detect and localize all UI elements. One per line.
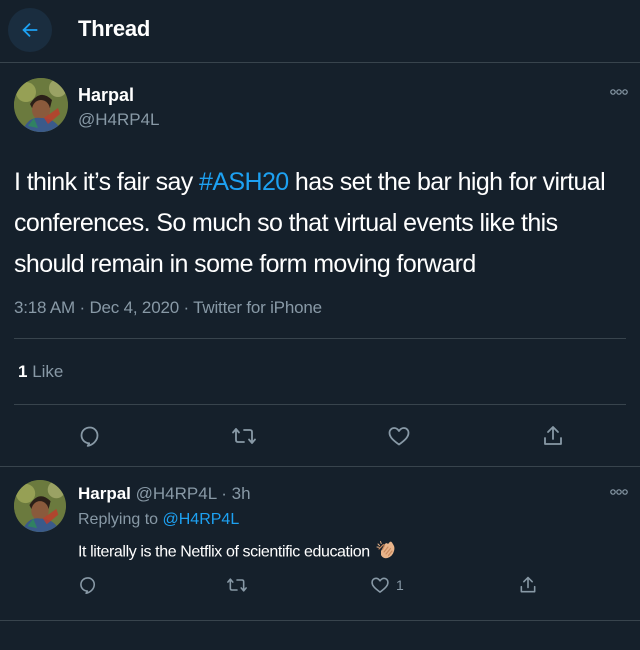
more-horizontal-icon[interactable]: [610, 488, 628, 499]
share-button[interactable]: [516, 573, 540, 597]
like-icon: [388, 427, 410, 446]
reply-button[interactable]: [76, 422, 104, 450]
share-icon: [520, 576, 536, 593]
replying-to: Replying to @H4RP4L: [78, 511, 239, 529]
share-button[interactable]: [539, 422, 567, 450]
reply-button[interactable]: [76, 573, 100, 597]
like-button[interactable]: [385, 422, 413, 450]
retweet-button[interactable]: [224, 573, 250, 597]
likes-label: Like: [27, 362, 64, 381]
thread-page: Thread Harpal @H4RP4L I think it’s fair …: [0, 0, 640, 650]
author-name[interactable]: Harpal: [78, 85, 134, 106]
avatar-image: [14, 78, 68, 132]
like-count: 1: [396, 577, 404, 593]
hashtag-link[interactable]: #ASH20: [199, 168, 289, 196]
avatar-image: [14, 480, 66, 532]
tweet-text-part: I think it’s fair say: [14, 168, 200, 196]
like-button[interactable]: 1: [370, 573, 416, 597]
arrow-left-icon: [22, 22, 38, 38]
thread-header: Thread: [0, 0, 640, 63]
more-horizontal-icon[interactable]: [610, 88, 628, 99]
likes-link[interactable]: 1 Like: [18, 362, 63, 382]
reply-text-content: It literally is the Netflix of scientifi…: [78, 543, 370, 561]
avatar[interactable]: [14, 78, 68, 132]
reply-icon: [80, 577, 96, 595]
retweet-icon: [232, 428, 256, 444]
divider: [0, 466, 640, 467]
retweet-icon: [227, 578, 247, 592]
reply-text: It literally is the Netflix of scientifi…: [78, 539, 398, 566]
divider: [0, 620, 640, 621]
divider: [14, 404, 626, 405]
tweet-timestamp[interactable]: 3:18 AM · Dec 4, 2020 · Twitter for iPho…: [14, 298, 322, 318]
reply-avatar[interactable]: [14, 480, 66, 532]
retweet-button[interactable]: [230, 422, 258, 450]
reply-author-name[interactable]: Harpal: [78, 484, 131, 503]
reply-icon: [80, 426, 99, 447]
reply-author-meta[interactable]: @H4RP4L · 3h: [131, 484, 251, 503]
clapping-hands-icon: [376, 539, 398, 566]
reply-header: Harpal @H4RP4L · 3h: [78, 484, 251, 504]
share-icon: [544, 426, 562, 445]
tweet-text: I think it’s fair say #ASH20 has set the…: [14, 162, 626, 285]
back-button[interactable]: [8, 8, 52, 52]
like-icon: [371, 577, 389, 593]
mention-link[interactable]: @H4RP4L: [163, 511, 240, 528]
page-title: Thread: [78, 16, 151, 41]
author-handle[interactable]: @H4RP4L: [78, 110, 160, 130]
replying-label: Replying to: [78, 511, 163, 528]
divider: [14, 338, 626, 339]
